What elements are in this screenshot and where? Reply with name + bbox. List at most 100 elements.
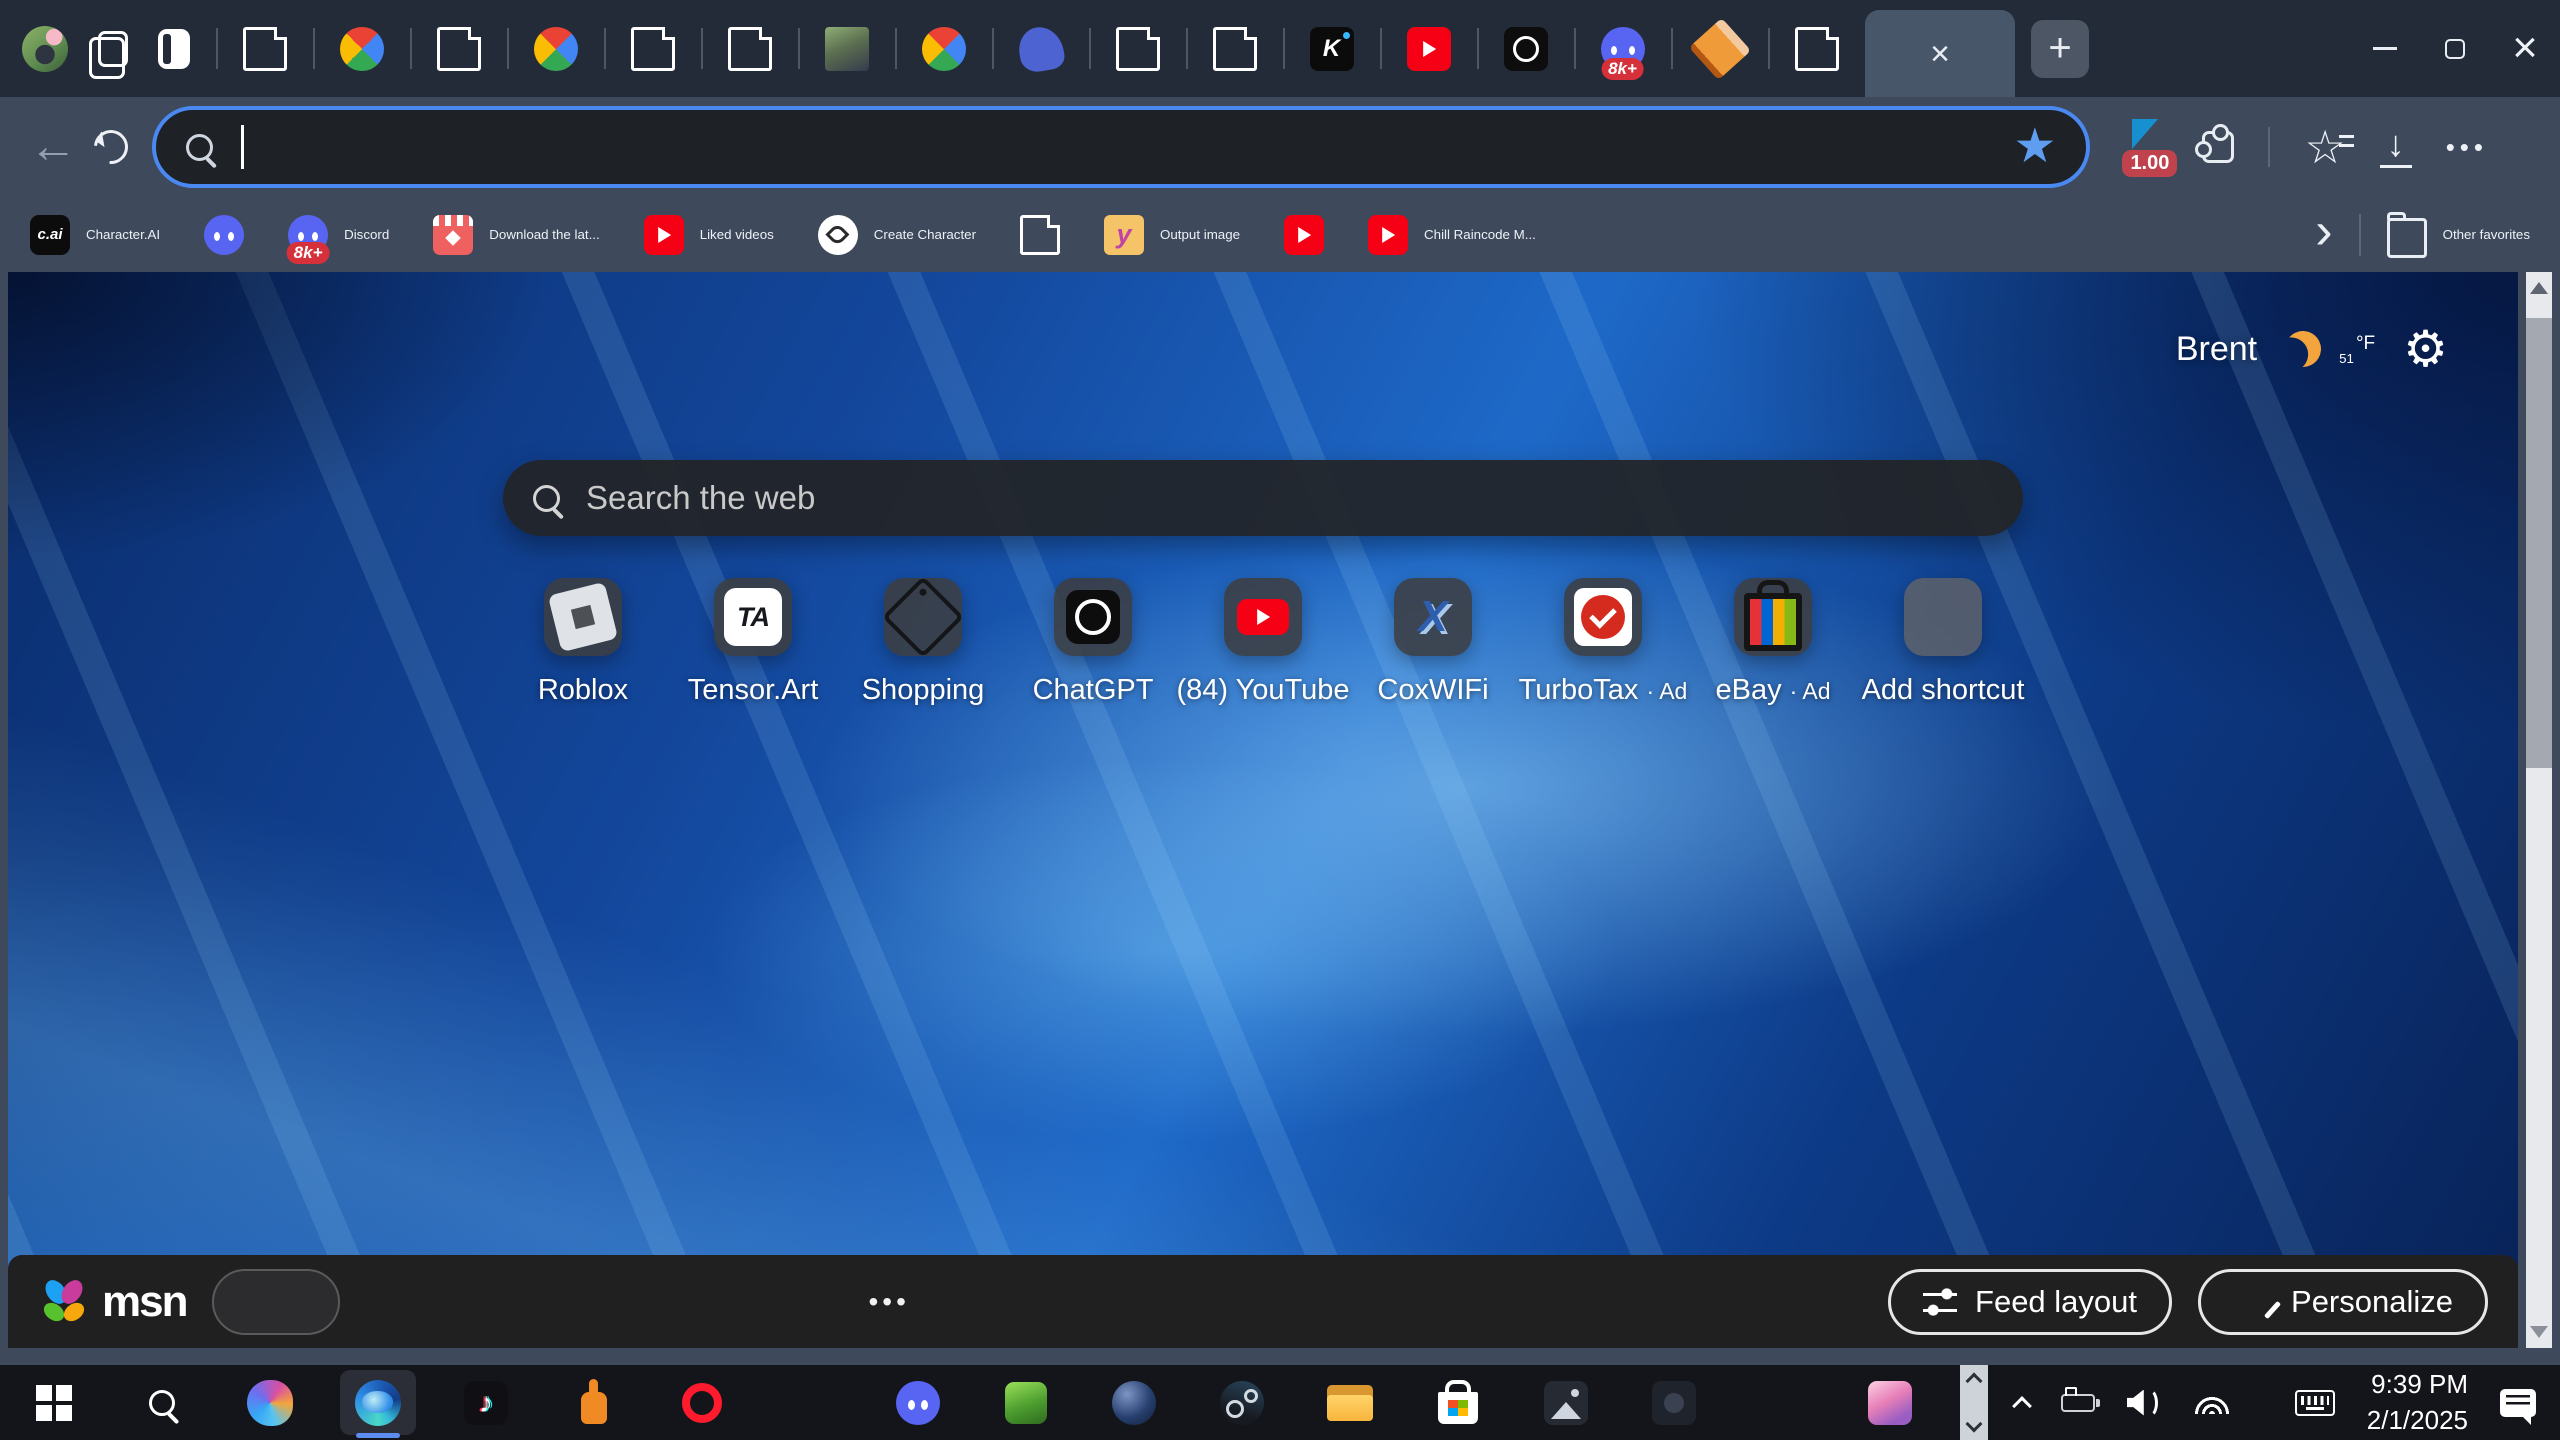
tab-document[interactable] — [410, 0, 507, 97]
msn-nav-more-button[interactable]: ••• — [868, 1286, 909, 1318]
tab-photos[interactable] — [313, 0, 410, 97]
shortcut-shopping[interactable]: Shopping — [838, 575, 1008, 707]
minimize-button[interactable] — [2350, 0, 2420, 97]
tab-document[interactable] — [1768, 0, 1865, 97]
bookmark-download-the-lat[interactable]: Download the lat... — [433, 214, 600, 255]
bookmark-liked-videos[interactable]: Liked videos — [643, 214, 774, 255]
taskbar-store[interactable] — [1404, 1365, 1512, 1440]
taskbar-settings[interactable] — [1728, 1365, 1836, 1440]
tab-document[interactable] — [1089, 0, 1186, 97]
rewards-button[interactable]: 1.00 — [2122, 119, 2178, 177]
page-settings-button[interactable]: ⚙ — [2403, 324, 2448, 374]
other-favorites-button[interactable]: Other favorites — [2386, 211, 2530, 258]
more-menu-button[interactable]: ••• — [2446, 132, 2488, 163]
tray-battery[interactable] — [2060, 1386, 2100, 1412]
taskbar-scissors[interactable] — [756, 1365, 864, 1440]
extensions-button[interactable] — [2195, 124, 2235, 163]
tab-discord[interactable]: 8k+ — [1574, 0, 1671, 97]
shortcut-turbotax[interactable]: TurboTax · Ad — [1518, 578, 1688, 707]
youtube-icon — [1284, 214, 1325, 255]
tab-close-icon[interactable]: × — [1930, 37, 1950, 71]
favorites-button[interactable]: ☆ — [2304, 124, 2345, 170]
taskbar-start[interactable] — [0, 1365, 108, 1440]
tab-kick[interactable]: K — [1283, 0, 1380, 97]
button-feed-layout[interactable]: Feed layout — [1888, 1268, 2173, 1335]
taskbar-clock[interactable]: 9:39 PM 2/1/2025 — [2367, 1367, 2468, 1437]
back-button[interactable]: ← — [24, 118, 82, 176]
taskbar-dark-app[interactable] — [1620, 1365, 1728, 1440]
taskbar-search-task[interactable] — [108, 1365, 216, 1440]
taskbar-edge[interactable] — [324, 1365, 432, 1440]
bookmark-output-image[interactable]: y Output image — [1104, 214, 1240, 255]
bookmark-document[interactable] — [1020, 214, 1061, 255]
bookmark-chill-raincode-m[interactable]: Chill Raincode M... — [1368, 214, 1536, 255]
web-search-input[interactable] — [586, 479, 1967, 517]
page-scrollbar[interactable] — [2526, 272, 2552, 1348]
bookmark-create-character[interactable]: Create Character — [817, 214, 976, 255]
bookmark-discord[interactable]: 8k+ Discord — [286, 214, 389, 264]
restore-button[interactable] — [2420, 0, 2490, 97]
taskbar-opera[interactable] — [648, 1365, 756, 1440]
active-tab-new-tab[interactable]: × — [1865, 10, 2015, 97]
web-search-bar[interactable] — [503, 460, 2023, 536]
shortcut-ebay[interactable]: eBay · Ad — [1688, 578, 1858, 707]
shortcut-roblox[interactable]: Roblox — [498, 578, 668, 707]
bookmark-character-ai[interactable]: c.ai Character.AI — [30, 214, 160, 255]
new-tab-button[interactable]: + — [2031, 19, 2089, 78]
taskbar-photos-dark[interactable] — [1512, 1365, 1620, 1440]
taskbar-copilot[interactable] — [216, 1365, 324, 1440]
shortcut-84-youtube[interactable]: (84) YouTube — [1176, 578, 1350, 707]
taskbar-dark-sphere[interactable] — [1080, 1365, 1188, 1440]
bookmark-youtube[interactable] — [1284, 214, 1325, 255]
tab-actions-button[interactable] — [158, 28, 190, 69]
taskbar-scroll-up-icon[interactable] — [1965, 1372, 1983, 1390]
add-favorite-button[interactable]: ★ — [2013, 123, 2056, 171]
taskbar-steam[interactable] — [1188, 1365, 1296, 1440]
button-personalize[interactable]: Personalize — [2198, 1268, 2488, 1335]
tray-keyboard[interactable] — [2294, 1389, 2335, 1416]
tab-document[interactable] — [604, 0, 701, 97]
weather-widget[interactable]: 51°F — [2285, 331, 2375, 367]
profile-button[interactable] — [22, 25, 68, 72]
tab-document[interactable] — [216, 0, 313, 97]
tab-photos[interactable] — [895, 0, 992, 97]
tab-deepseek-whale[interactable] — [992, 0, 1089, 97]
scroll-down-arrow-icon[interactable] — [2530, 1326, 2548, 1338]
taskbar-hand-cursor[interactable] — [540, 1365, 648, 1440]
shortcut-chatgpt[interactable]: ChatGPT — [1008, 578, 1178, 707]
tab-document[interactable] — [701, 0, 798, 97]
taskbar-anime-app[interactable] — [1836, 1365, 1944, 1440]
taskbar-scroll-strip[interactable] — [1960, 1365, 1988, 1440]
scrollbar-thumb[interactable] — [2526, 318, 2552, 768]
msn-logo[interactable]: msn — [38, 1276, 188, 1328]
page-layout-grid-button[interactable] — [72, 330, 132, 390]
downloads-button[interactable]: ↓ — [2379, 125, 2412, 169]
tab-photos[interactable] — [507, 0, 604, 97]
taskbar-scroll-down-icon[interactable] — [1965, 1415, 1983, 1433]
tray-chevron-up[interactable] — [2011, 1393, 2032, 1416]
taskbar-tiktok[interactable] — [432, 1365, 540, 1440]
tab-youtube[interactable] — [1380, 0, 1477, 97]
bookmark-discord[interactable] — [204, 214, 245, 255]
scroll-up-arrow-icon[interactable] — [2530, 282, 2548, 294]
taskbar-file-explorer[interactable] — [1296, 1365, 1404, 1440]
address-bar[interactable]: ★ — [152, 106, 2091, 188]
notification-center-button[interactable] — [2500, 1388, 2536, 1425]
tray-wifi[interactable] — [2192, 1391, 2231, 1414]
refresh-button[interactable] — [82, 118, 140, 176]
shortcut-coxwifi[interactable]: X CoxWIFi — [1348, 578, 1518, 707]
user-greeting[interactable]: Brent — [2176, 330, 2257, 369]
shortcut-add-shortcut[interactable]: Add shortcut — [1858, 578, 2028, 707]
tab-chatgpt[interactable] — [1477, 0, 1574, 97]
bookmarks-overflow-button[interactable]: › — [2315, 205, 2332, 257]
tab-image-thumb[interactable] — [798, 0, 895, 97]
workspaces-button[interactable] — [89, 30, 128, 79]
tray-volume[interactable] — [2127, 1389, 2161, 1417]
address-input[interactable] — [262, 128, 1996, 166]
shortcut-tensor-art[interactable]: TA Tensor.Art — [668, 578, 838, 707]
taskbar-green-app[interactable] — [972, 1365, 1080, 1440]
tab-pencil[interactable] — [1671, 0, 1768, 97]
tab-document[interactable] — [1186, 0, 1283, 97]
taskbar-discord-task[interactable] — [864, 1365, 972, 1440]
close-button[interactable]: × — [2490, 0, 2560, 97]
